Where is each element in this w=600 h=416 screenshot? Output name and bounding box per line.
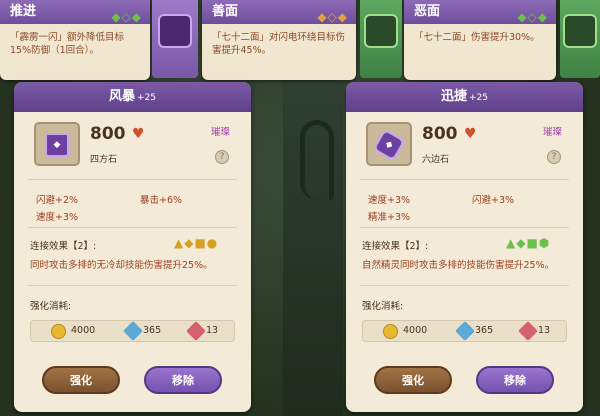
set-effect-description: 同时攻击多排的无冷却技能伤害提升25%。	[30, 260, 213, 271]
gem-name: 风暴	[108, 89, 135, 104]
red-crystal-icon	[518, 321, 538, 341]
cost-row: 4000 365 13	[30, 320, 235, 342]
skill-tile-purple[interactable]	[152, 0, 198, 78]
claw-skill-icon	[364, 14, 398, 48]
gem-icon-frame: ◆	[34, 122, 80, 166]
divider	[28, 179, 237, 180]
rarity-label: 璀璨	[543, 127, 563, 138]
panel-title: 迅捷 +25	[346, 82, 583, 112]
heart-icon: ♥	[464, 126, 477, 142]
buff-title: 恶面	[414, 4, 441, 19]
set-effect-description: 自然精灵同时攻击多排的技能伤害提升25%。	[362, 260, 555, 271]
gem-score: 800	[422, 124, 458, 144]
gold-coin-icon	[51, 324, 66, 339]
stat-speed: 速度+3%	[36, 212, 79, 223]
square-gem-icon: ◆	[45, 133, 69, 157]
shape-icons: ◆◇◆	[517, 10, 548, 24]
cost-row: 4000 365 13	[362, 320, 567, 342]
buff-card-tuijin[interactable]: 推进 ◆◇◆ 「霹雳一闪」额外降低目标15%防御（1回合）。	[0, 0, 150, 80]
gem-type: 四方石	[90, 155, 118, 165]
blue-crystal-cost: 365	[475, 325, 494, 336]
panel-title: 风暴 +25	[14, 82, 251, 112]
gem-detail-panel-left: 风暴 +25 ◆ 800 ♥ 四方石 璀璨 ? 闪避+2% 暴击+6% 速度+3%…	[14, 82, 251, 412]
gold-cost: 4000	[403, 325, 428, 336]
divider	[360, 179, 569, 180]
divider	[28, 227, 237, 228]
enhance-button[interactable]: 强化	[42, 366, 120, 394]
gem-name: 迅捷	[440, 89, 467, 104]
remove-button[interactable]: 移除	[476, 366, 554, 394]
rarity-label: 璀璨	[211, 127, 231, 138]
skill-tile-green[interactable]	[360, 0, 402, 78]
buff-title: 推进	[10, 4, 37, 19]
set-shape-icons: ▲◆■●	[174, 236, 219, 250]
buff-description: 「霹雳一闪」额外降低目标15%防御（1回合）。	[10, 32, 125, 56]
stat-crit: 暴击+6%	[140, 195, 183, 206]
blue-crystal-icon	[123, 321, 143, 341]
divider	[360, 285, 569, 286]
stat-dodge: 闪避+3%	[472, 195, 515, 206]
enhance-button[interactable]: 强化	[374, 366, 452, 394]
buff-description: 「七十二面」对闪电环绕目标伤害提升45%。	[212, 32, 346, 56]
shape-icons: ◆◇◆	[317, 10, 348, 24]
gold-cost: 4000	[71, 325, 96, 336]
gem-icon-frame: ◆	[366, 122, 412, 166]
buff-card-header: 善面 ◆◇◆	[202, 0, 356, 24]
claw-skill-icon	[563, 14, 597, 48]
gem-score: 800	[90, 124, 126, 144]
buff-card-header: 恶面 ◆◇◆	[404, 0, 556, 24]
shape-icons: ◆◇◆	[111, 10, 142, 24]
buff-card-emian[interactable]: 恶面 ◆◇◆ 「七十二面」伤害提升30%。	[404, 0, 556, 80]
stat-accuracy: 精准+3%	[368, 212, 411, 223]
stat-dodge: 闪避+2%	[36, 195, 79, 206]
blue-crystal-cost: 365	[143, 325, 162, 336]
upgrade-cost-label: 强化消耗:	[30, 301, 72, 312]
gem-level: +25	[469, 93, 488, 103]
buff-title: 善面	[212, 4, 239, 19]
red-crystal-cost: 13	[538, 325, 551, 336]
help-icon[interactable]: ?	[547, 150, 561, 164]
heart-icon: ♥	[132, 126, 145, 142]
buff-card-header: 推进 ◆◇◆	[0, 0, 150, 24]
remove-button[interactable]: 移除	[144, 366, 222, 394]
background-ornament	[300, 120, 334, 200]
divider	[28, 285, 237, 286]
red-crystal-cost: 13	[206, 325, 219, 336]
set-effect-label: 连接效果【2】:	[30, 241, 97, 252]
hexagon-gem-icon: ◆	[372, 128, 406, 162]
help-icon[interactable]: ?	[215, 150, 229, 164]
upgrade-cost-label: 强化消耗:	[362, 301, 404, 312]
gem-detail-panel-right: 迅捷 +25 ◆ 800 ♥ 六边石 璀璨 ? 速度+3% 闪避+3% 精准+3%…	[346, 82, 583, 412]
set-effect-label: 连接效果【2】:	[362, 241, 429, 252]
stat-speed: 速度+3%	[368, 195, 411, 206]
buff-card-shanmian[interactable]: 善面 ◆◇◆ 「七十二面」对闪电环绕目标伤害提升45%。	[202, 0, 356, 80]
set-shape-icons: ▲◆■⬢	[506, 236, 551, 250]
gem-type: 六边石	[422, 155, 450, 165]
gem-level: +25	[137, 93, 156, 103]
gold-coin-icon	[383, 324, 398, 339]
star-skill-icon	[158, 14, 192, 48]
red-crystal-icon	[186, 321, 206, 341]
skill-tile-green-2[interactable]	[560, 0, 600, 78]
divider	[360, 227, 569, 228]
blue-crystal-icon	[455, 321, 475, 341]
